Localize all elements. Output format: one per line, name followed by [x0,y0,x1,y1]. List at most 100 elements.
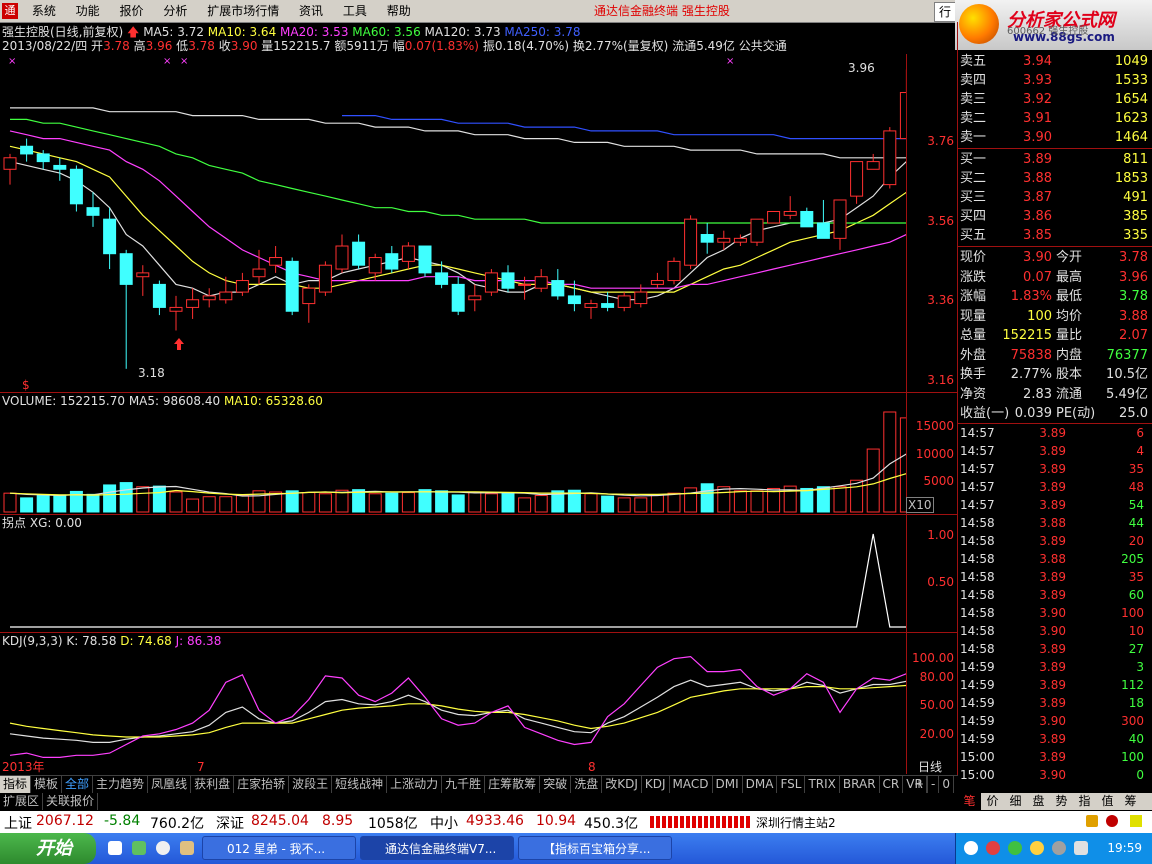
volume-bar [202,496,216,513]
indicator-tab[interactable]: 波段王 [289,776,333,793]
tray-update-icon[interactable] [1008,841,1022,855]
ma5-value: MA5: 3.72 [143,25,204,39]
indicator-tab[interactable]: 模板 [31,776,63,793]
menu-item-help[interactable]: 帮助 [379,0,419,22]
alert-icon[interactable] [1106,815,1118,827]
tick-row[interactable]: 14:57 3.89 35 [958,460,1152,478]
tick-row[interactable]: 14:58 3.89 20 [958,532,1152,550]
clock[interactable]: 19:59 [1107,833,1142,864]
menu-item-ext-market[interactable]: 扩展市场行情 [199,0,287,22]
quick-launch-media-icon[interactable] [156,841,170,855]
tray-network-icon[interactable] [964,841,978,855]
indicator-tab[interactable]: 主力趋势 [93,776,149,793]
ext-tab[interactable]: 扩展区 [0,793,44,810]
right-tab[interactable]: 值 [1096,793,1119,810]
task-qq-chat[interactable]: 012 星弟 - 我不... [202,836,356,860]
tick-row[interactable]: 14:58 3.89 35 [958,568,1152,586]
indicator-tab[interactable]: TRIX [805,776,840,793]
indicator-tab[interactable]: MACD [670,776,713,793]
volume-bar [186,498,200,513]
indicator-tab[interactable]: 庄家抬轿 [234,776,290,793]
right-tab[interactable]: 价 [981,793,1004,810]
tick-time: 14:59 [960,678,995,692]
tab-control-button[interactable]: - [928,776,940,793]
tick-row[interactable]: 14:57 3.89 54 [958,496,1152,514]
quick-launch-desktop-icon[interactable] [132,841,146,855]
indicator-tab[interactable]: 凤凰线 [148,776,192,793]
indicator-tab[interactable]: 突破 [540,776,572,793]
right-tab[interactable]: 细 [1004,793,1027,810]
tray-security-icon[interactable] [986,841,1000,855]
menu-item-system[interactable]: 系统 [24,0,64,22]
indicator-tab[interactable]: 指标 [0,776,32,793]
period-label[interactable]: 日线 [918,760,942,774]
tray-shield-icon[interactable] [1074,841,1088,855]
indicator-tab[interactable]: 庄筹散筹 [485,776,541,793]
chart-area[interactable]: × × × × [0,54,906,774]
menu-item-tools[interactable]: 工具 [335,0,375,22]
tick-row[interactable]: 14:59 3.89 112 [958,676,1152,694]
task-browser[interactable]: 【指标百宝箱分享... [518,836,672,860]
ask-row: 卖三 3.92 1654 [958,90,1152,109]
right-tab[interactable]: 指 [1073,793,1096,810]
tick-row[interactable]: 14:57 3.89 6 [958,424,1152,442]
indicator-tab[interactable]: FSL [777,776,806,793]
start-button[interactable]: 开始 [0,833,96,864]
tray-volume-icon[interactable] [1052,841,1066,855]
indicator-tab[interactable]: 获利盘 [191,776,235,793]
volume-bar [401,492,415,513]
tick-row[interactable]: 14:58 3.89 27 [958,640,1152,658]
tick-price: 3.88 [1039,516,1066,530]
indicator-tab[interactable]: 九千胜 [442,776,486,793]
tick-row[interactable]: 15:00 3.90 0 [958,766,1152,784]
quick-launch-ie-icon[interactable] [108,841,122,855]
menu-item-function[interactable]: 功能 [68,0,108,22]
indicator-tab[interactable]: 短线战神 [332,776,388,793]
indicator-tab[interactable]: KDJ [642,776,670,793]
indicator-tab[interactable]: 改KDJ [602,776,642,793]
indicator-tab[interactable]: BRAR [840,776,880,793]
tick-row[interactable]: 14:58 3.90 10 [958,622,1152,640]
right-tab[interactable]: 盘 [1027,793,1050,810]
indicator-tab[interactable]: CR [880,776,904,793]
indicator-tab[interactable]: 洗盘 [571,776,603,793]
indicator-tab[interactable]: 上涨动力 [387,776,443,793]
lock-icon[interactable] [1086,815,1098,827]
tick-time: 14:58 [960,624,995,638]
quote-button[interactable]: 行 [934,2,956,22]
right-tab[interactable]: 筹 [1119,793,1142,810]
tick-row[interactable]: 14:58 3.88 44 [958,514,1152,532]
indicator-tab[interactable]: DMI [713,776,743,793]
tick-row[interactable]: 15:00 3.89 100 [958,748,1152,766]
stats-value: 2.07 [1119,328,1148,343]
tick-price: 3.89 [1039,480,1066,494]
right-tab[interactable]: 笔 [958,793,981,810]
tick-row[interactable]: 14:59 3.89 18 [958,694,1152,712]
tray-qq-icon[interactable] [1030,841,1044,855]
task-tdx-terminal[interactable]: 通达信金融终端V7... [360,836,514,860]
tick-row[interactable]: 14:58 3.88 205 [958,550,1152,568]
indicator-tab[interactable]: 全部 [62,776,94,793]
tick-row[interactable]: 14:57 3.89 48 [958,478,1152,496]
menu-item-quote[interactable]: 报价 [112,0,152,22]
tick-row[interactable]: 14:57 3.89 4 [958,442,1152,460]
tick-price: 3.90 [1039,714,1066,728]
tick-row[interactable]: 14:58 3.90 100 [958,604,1152,622]
tab-control-button[interactable]: 0 [939,776,954,793]
menu-item-analysis[interactable]: 分析 [155,0,195,22]
quick-launch-folder-icon[interactable] [180,841,194,855]
tick-volume: 6 [1136,426,1144,440]
kdj-j-value: J: 86.38 [175,634,222,648]
tick-row[interactable]: 14:59 3.89 3 [958,658,1152,676]
info-icon[interactable] [1130,815,1142,827]
ext-tab[interactable]: 关联报价 [43,793,99,810]
indicator-tab[interactable]: DMA [743,776,778,793]
open-value: 3.78 [103,39,130,53]
tick-row[interactable]: 14:59 3.90 300 [958,712,1152,730]
tick-row[interactable]: 14:58 3.89 60 [958,586,1152,604]
right-tab[interactable]: 势 [1050,793,1073,810]
volume-bar [36,495,50,513]
tab-control-button[interactable]: + [911,776,929,793]
tick-row[interactable]: 14:59 3.89 40 [958,730,1152,748]
menu-item-news[interactable]: 资讯 [291,0,331,22]
